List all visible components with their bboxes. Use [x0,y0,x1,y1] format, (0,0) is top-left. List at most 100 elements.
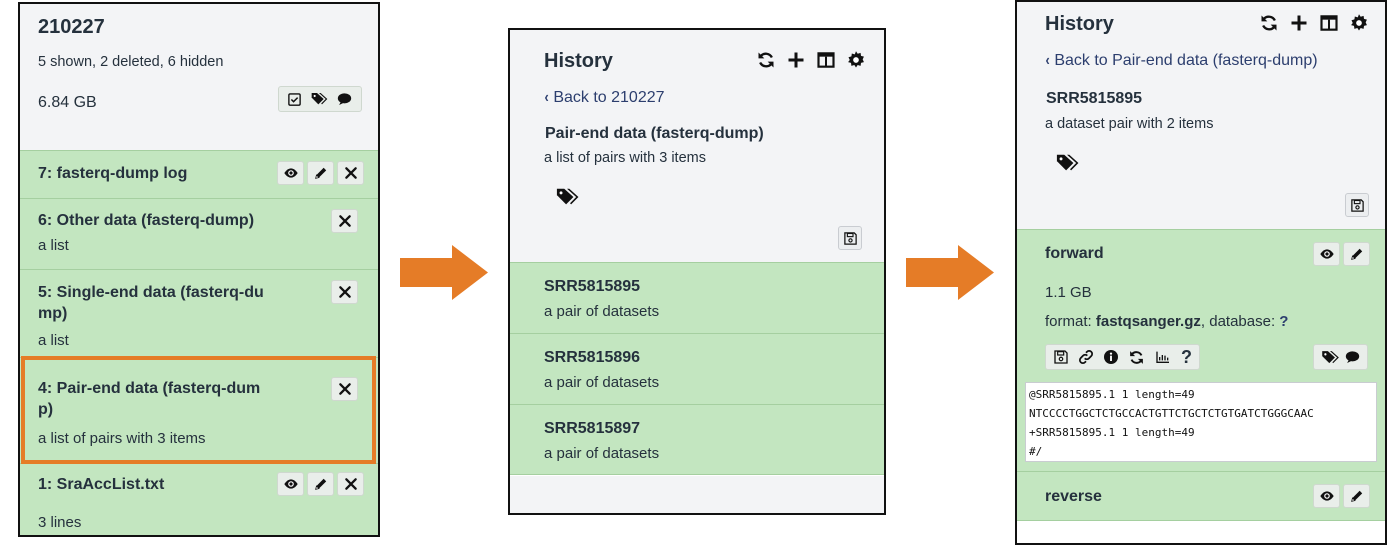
dataset-subtitle: a list [38,237,69,254]
history-header: 210227 5 shown, 2 deleted, 6 hidden 6.84… [20,4,378,150]
history-name[interactable]: 210227 [38,16,105,39]
back-link-label: Back to Pair-end data (fasterq-dump) [1054,52,1318,69]
dataset-subtitle: a list of pairs with 3 items [38,430,206,447]
dataset-format-line: format: fastqsanger.gz, database: ? [1045,313,1288,330]
refresh-icon[interactable] [1259,13,1279,33]
eye-icon[interactable] [277,161,304,185]
dataset-title[interactable]: 5: Single-end data (fasterq-du mp) [38,282,264,324]
delete-icon[interactable] [331,377,358,401]
back-link[interactable]: ‹ Back to 210227 [544,89,665,107]
save-icon[interactable] [1053,349,1069,365]
save-icon[interactable] [1345,193,1369,217]
checkbox-icon[interactable] [287,92,302,107]
collection-item[interactable]: SRR5815897 a pair of datasets [510,404,884,475]
history-panel-collection: History ‹ Back to 210227 Pair-end data (f… [508,28,886,515]
peek-line: +SRR5815895.1 1 length=49 [1029,426,1195,439]
columns-icon[interactable] [1319,13,1339,33]
back-link[interactable]: ‹ Back to Pair-end data (fasterq-dump) [1045,52,1318,70]
format-label: format: [1045,313,1092,330]
delete-icon[interactable] [337,161,364,185]
format-value: fastqsanger.gz [1095,313,1201,330]
link-icon[interactable] [1078,349,1094,365]
pencil-icon[interactable] [1343,484,1370,508]
history-header-actions [278,86,362,112]
chevron-left-icon: ‹ [544,89,549,106]
peek-line: NTCCCCTGGCTCTGCCACTGTTCTGCTCTGTGATCTGGGC… [1029,407,1314,420]
chevron-left-icon: ‹ [1045,52,1050,69]
history-panel-pair: History ‹ Back to Pair-end data (fasterq-… [1015,0,1387,545]
dataset-item-7[interactable]: 7: fasterq-dump log [20,150,378,198]
eye-icon[interactable] [1313,484,1340,508]
peek-line: @SRR5815895.1 1 length=49 [1029,388,1195,401]
pencil-icon[interactable] [307,472,334,496]
save-icon[interactable] [838,226,862,250]
pair-description: a dataset pair with 2 items [1045,116,1214,132]
plus-icon[interactable] [786,50,806,70]
chart-icon[interactable] [1154,349,1172,365]
tags-icon[interactable] [310,91,328,107]
dataset-item-6[interactable]: 6: Other data (fasterq-dump) a list [20,198,378,269]
dataset-reverse[interactable]: reverse [1017,471,1385,521]
plus-icon[interactable] [1289,13,1309,33]
gear-icon[interactable] [1349,13,1369,33]
item-title[interactable]: SRR5815896 [544,347,640,368]
dataset-title-line2: p) [38,401,54,418]
history-title: History [544,50,613,72]
gear-icon[interactable] [846,50,866,70]
collection-description: a list of pairs with 3 items [544,150,706,166]
collection-name[interactable]: Pair-end data (fasterq-dump) [545,125,764,143]
peek-line: #/ [1029,445,1043,458]
item-title[interactable]: SRR5815897 [544,418,640,439]
delete-icon[interactable] [331,280,358,304]
item-subtitle: a pair of datasets [544,303,660,320]
panel-footer [510,476,884,513]
dataset-title[interactable]: 6: Other data (fasterq-dump) [38,210,254,231]
dataset-forward[interactable]: forward 1.1 GB format: fastqsanger.gz, d… [1017,229,1385,471]
pair-name[interactable]: SRR5815895 [1046,90,1142,108]
item-title[interactable]: SRR5815895 [544,276,640,297]
dataset-title[interactable]: reverse [1045,486,1102,507]
tags-icon[interactable] [554,186,580,208]
pencil-icon[interactable] [1343,242,1370,266]
delete-icon[interactable] [337,472,364,496]
back-link-label: Back to 210227 [553,89,665,106]
dataset-item-5[interactable]: 5: Single-end data (fasterq-du mp) a lis… [20,269,378,357]
dataset-title[interactable]: 7: fasterq-dump log [38,163,187,184]
tags-icon[interactable] [1320,349,1340,366]
dataset-item-1[interactable]: 1: SraAccList.txt 3 lines [20,463,378,535]
refresh-icon[interactable] [756,50,776,70]
dataset-peek: @SRR5815895.1 1 length=49 NTCCCCTGGCTCTGC… [1025,382,1377,462]
database-value[interactable]: ? [1279,313,1288,330]
dataset-title-line1: 4: Pair-end data (fasterq-dum [38,380,261,397]
dataset-subtitle: a list [38,332,69,349]
item-subtitle: a pair of datasets [544,445,660,462]
dataset-title-line2: mp) [38,305,68,322]
dataset-item-4[interactable]: 4: Pair-end data (fasterq-dum p) a list … [20,357,378,463]
columns-icon[interactable] [816,50,836,70]
dataset-actions: ? [1045,344,1200,370]
item-subtitle: a pair of datasets [544,374,660,391]
database-label: , database: [1200,313,1276,330]
collection-item[interactable]: SRR5815896 a pair of datasets [510,333,884,404]
pencil-icon[interactable] [307,161,334,185]
dataset-title[interactable]: forward [1045,243,1104,264]
dataset-size: 1.1 GB [1045,284,1092,301]
comment-icon[interactable] [336,91,353,107]
collection-item[interactable]: SRR5815895 a pair of datasets [510,262,884,333]
delete-icon[interactable] [331,209,358,233]
dataset-title[interactable]: 4: Pair-end data (fasterq-dum p) [38,378,260,420]
dataset-tag-actions [1313,344,1368,370]
dataset-title[interactable]: 1: SraAccList.txt [38,474,164,495]
dataset-subtitle: 3 lines [38,514,82,531]
rerun-icon[interactable] [1128,349,1145,366]
help-icon[interactable]: ? [1181,348,1192,366]
info-icon[interactable] [1103,349,1119,365]
history-size: 6.84 GB [38,94,97,111]
history-title: History [1045,13,1114,35]
comment-icon[interactable] [1344,349,1361,365]
eye-icon[interactable] [1313,242,1340,266]
collection-header: History ‹ Back to 210227 Pair-end data (f… [510,30,884,262]
eye-icon[interactable] [277,472,304,496]
panel-footer [1017,522,1385,543]
tags-icon[interactable] [1054,152,1080,174]
